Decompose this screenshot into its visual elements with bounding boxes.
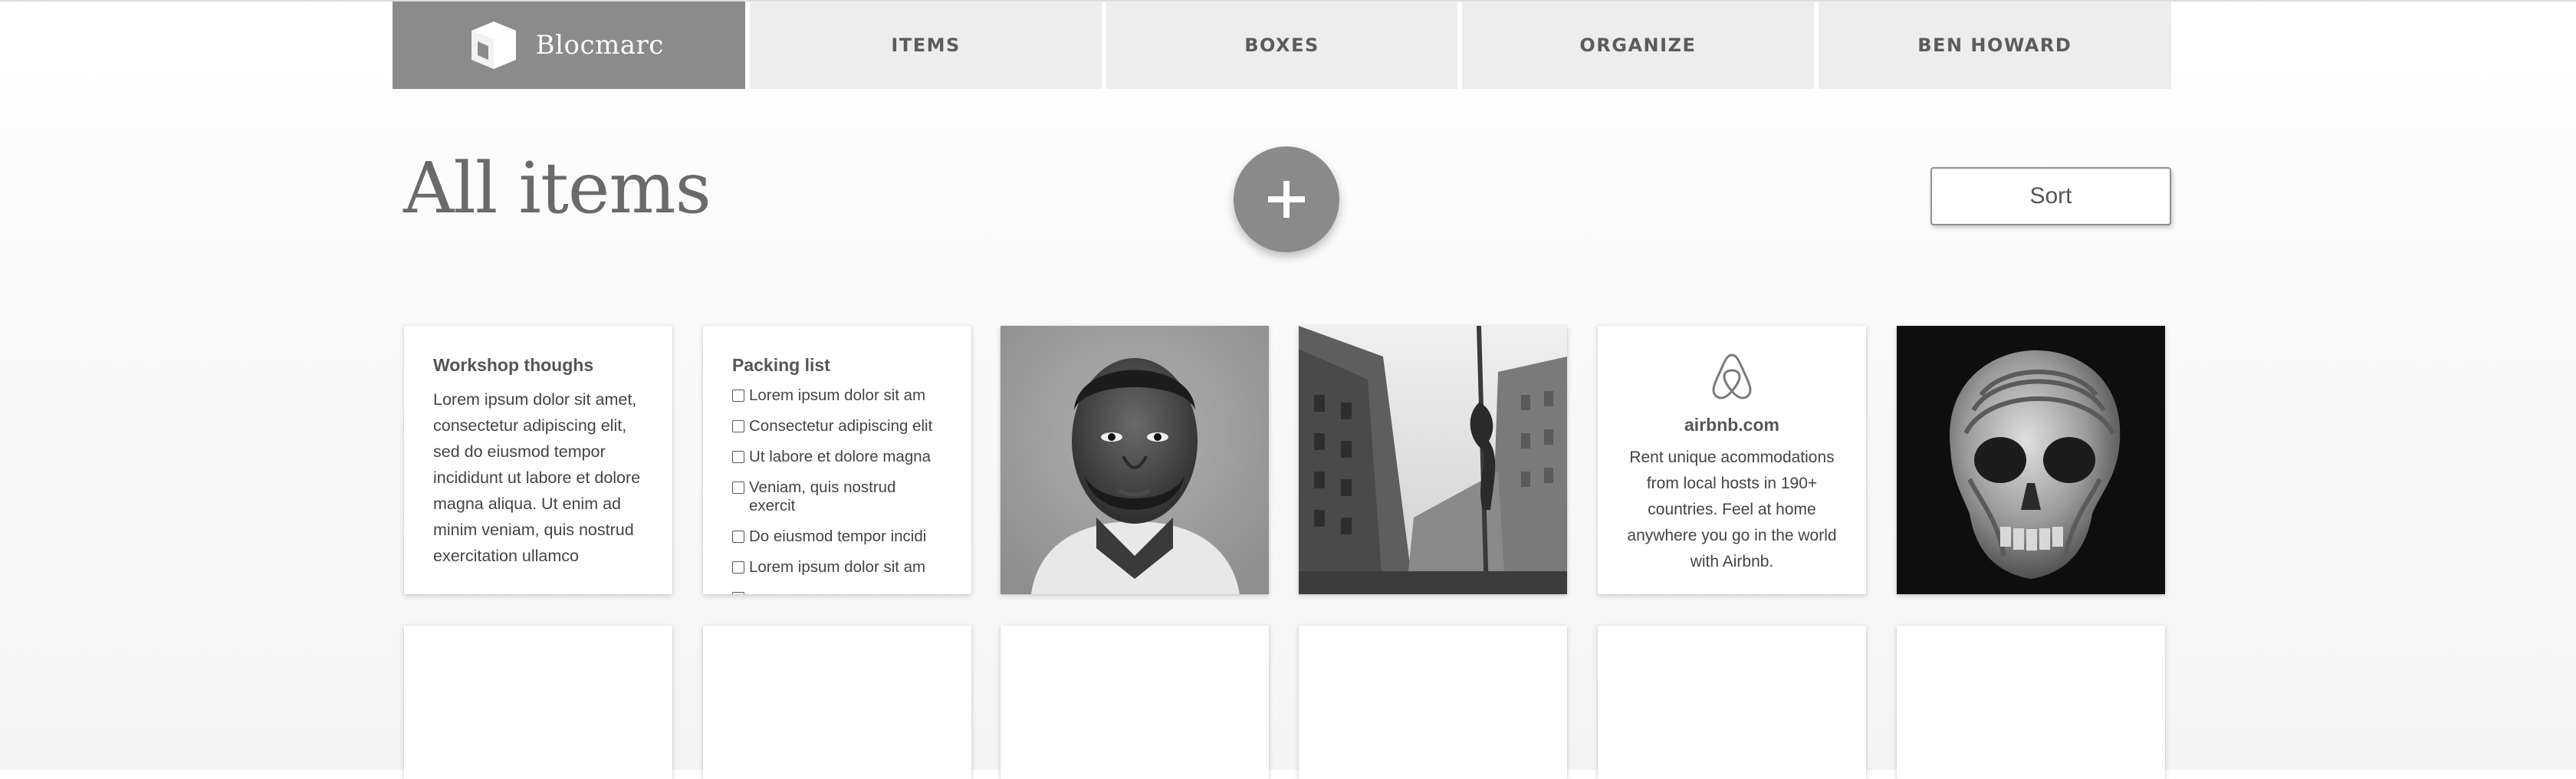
checklist-item: Do eiusmod tempor incidi [732,528,948,546]
checkbox[interactable] [732,531,744,543]
skull-art-photo [1897,326,2165,594]
airbnb-logo-icon [1712,353,1752,399]
nav-boxes[interactable]: BOXES [1106,2,1458,89]
checklist-item-label: Ut labore et dolore magna [749,448,932,465]
checklist-item: Ut labore et dolore magna [732,448,948,466]
checklist-item: … [732,589,948,594]
checklist: Lorem ipsum dolor sit am Consectetur adi… [732,386,948,594]
empty-card[interactable] [1299,626,1567,779]
checklist-card[interactable]: Packing list Lorem ipsum dolor sit am Co… [703,326,971,594]
nav-items[interactable]: ITEMS [750,2,1102,89]
checklist-item-label: Do eiusmod tempor incidi [749,528,927,545]
checkbox[interactable] [732,561,744,574]
checklist-item: Veniam, quis nostrud exercit [732,478,948,515]
note-body: Lorem ipsum dolor sit amet, consectetur … [433,390,641,565]
checkbox[interactable] [732,390,744,402]
checklist-item-label: Lorem ipsum dolor sit am [749,386,926,404]
checklist-item-label: Veniam, quis nostrud exercit [749,478,896,514]
checklist-title: Packing list [732,355,830,375]
link-description: Rent unique acommodations from local hos… [1627,449,1837,570]
checkbox[interactable] [732,420,744,432]
empty-card[interactable] [1001,626,1269,779]
checklist-item: Lorem ipsum dolor sit am [732,386,948,405]
portrait-photo [1001,326,1269,594]
empty-card[interactable] [404,626,672,779]
empty-card[interactable] [1897,626,2165,779]
image-card-portrait[interactable] [1001,326,1269,594]
link-domain: airbnb.com [1684,415,1779,435]
checklist-item-label: … [749,589,765,594]
checkbox[interactable] [732,451,744,463]
checklist-item-label: Lorem ipsum dolor sit am [749,558,926,576]
logo[interactable]: Blocmarc [393,2,746,89]
plus-icon [1268,181,1305,218]
nav-organize[interactable]: ORGANIZE [1462,2,1814,89]
empty-card[interactable] [1598,626,1866,779]
main-nav: Blocmarc ITEMS BOXES ORGANIZE BEN HOWARD [393,2,2171,89]
cube-icon [471,21,516,69]
sort-button[interactable]: Sort [1930,167,2171,225]
checklist-item: Consectetur adipiscing elit [732,417,948,436]
logo-text: Blocmarc [535,30,664,61]
page-title: All items [403,147,711,229]
note-card[interactable]: Workshop thoughs Lorem ipsum dolor sit a… [404,326,672,594]
nav-user-menu[interactable]: BEN HOWARD [1818,2,2171,89]
image-card-skull[interactable] [1897,326,2165,594]
note-title: Workshop thoughs [433,355,594,375]
checklist-item-label: Consectetur adipiscing elit [749,417,933,435]
checklist-item: Lorem ipsum dolor sit am [732,558,948,577]
checkbox[interactable] [732,592,744,594]
empty-card[interactable] [703,626,971,779]
add-item-button[interactable] [1234,146,1339,252]
checkbox[interactable] [732,482,744,494]
image-card-city[interactable] [1299,326,1567,594]
city-sculpture-photo [1299,326,1567,594]
link-card[interactable]: airbnb.com Rent unique acommodations fro… [1598,326,1866,594]
